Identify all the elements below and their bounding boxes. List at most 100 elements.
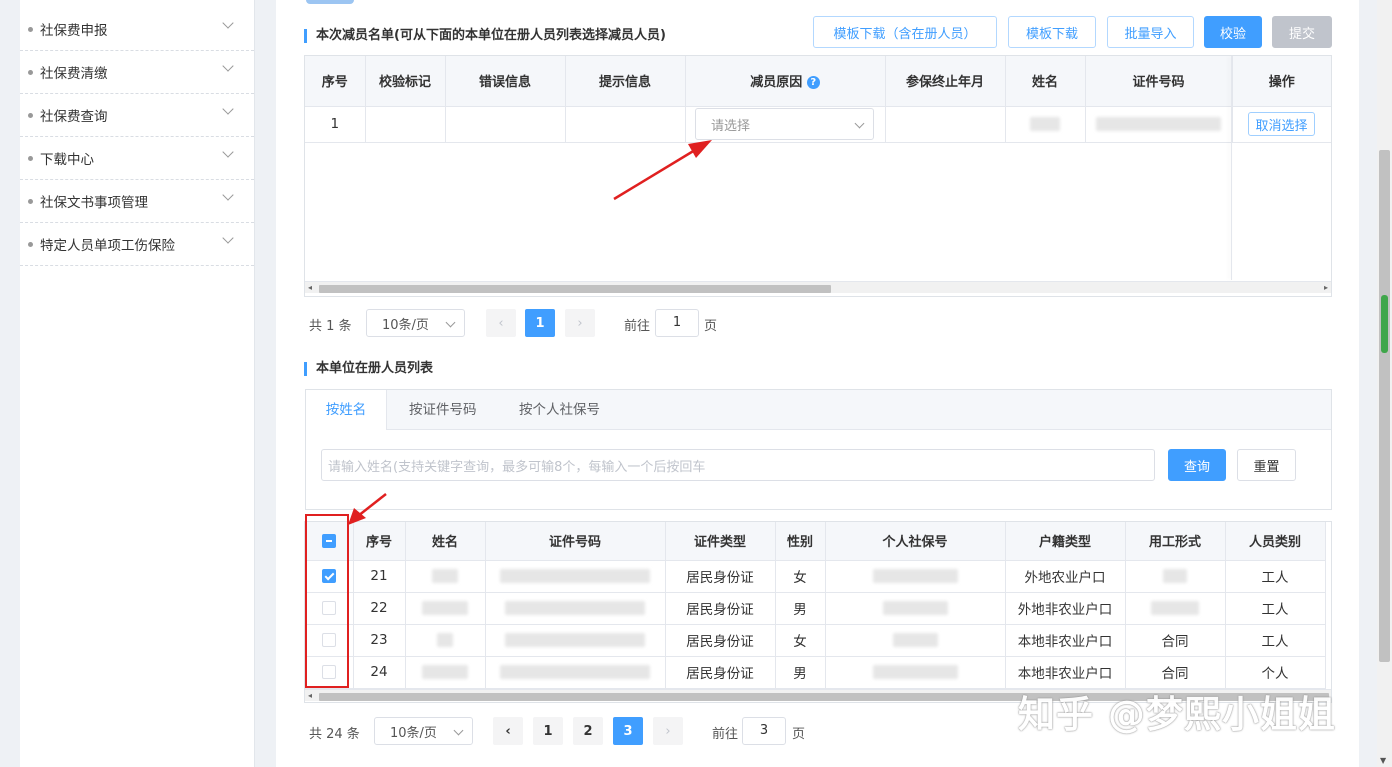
chevron-down-icon [222, 232, 234, 244]
next-page-button[interactable]: › [653, 717, 683, 745]
row-id-type: 居民身份证 [665, 656, 776, 689]
batch-import-button[interactable]: 批量导入 [1107, 16, 1194, 48]
goto-page-input[interactable]: 3 [742, 717, 786, 745]
sidebar-item-label: 社保费查询 [40, 109, 108, 125]
roster-total: 共 24 条 [309, 727, 360, 742]
row-seq: 22 [353, 592, 406, 625]
sidebar-item-injury-insurance[interactable]: 特定人员单项工伤保险 [20, 223, 254, 266]
roster-section-title: 本单位在册人员列表 [304, 362, 433, 376]
page-button[interactable]: 1 [525, 309, 555, 337]
redacted-employment [1151, 601, 1199, 615]
prev-page-button[interactable]: ‹ [493, 717, 523, 745]
next-page-button[interactable]: › [565, 309, 595, 337]
annotation-arrow [348, 493, 387, 525]
row-hukou: 本地非农业户口 [1005, 624, 1126, 657]
goto-label: 前往 [624, 319, 651, 334]
row-gender: 女 [775, 624, 826, 657]
col-gender: 性别 [775, 522, 826, 561]
sidebar-item-declare[interactable]: 社保费申报 [20, 8, 254, 51]
redacted-name [1030, 117, 1060, 131]
reset-button[interactable]: 重置 [1237, 449, 1296, 481]
chevron-down-icon [222, 60, 234, 72]
reduce-total: 共 1 条 [309, 319, 352, 334]
page-scrollbar[interactable]: ▼ [1377, 0, 1392, 767]
page-button[interactable]: 3 [613, 717, 643, 745]
template-download-button[interactable]: 模板下载 [1008, 16, 1096, 48]
submit-button[interactable]: 提交 [1272, 16, 1332, 48]
chevron-down-icon [445, 317, 456, 328]
goto-label: 前往 [712, 727, 739, 742]
table-row[interactable]: 23 居民身份证 女 本地非农业户口 合同 工人 [305, 624, 1326, 657]
tab-by-id-number[interactable]: 按证件号码 [409, 390, 477, 430]
reduce-page-size-select[interactable]: 10条/页 [366, 309, 465, 337]
roster-search-panel: 按姓名 按证件号码 按个人社保号 请输入姓名(支持关键字查询，最多可输8个，每输… [305, 389, 1332, 510]
roster-page-size-select[interactable]: 10条/页 [374, 717, 473, 745]
row-id-type: 居民身份证 [665, 592, 776, 625]
top-button-stub[interactable] [306, 0, 354, 4]
reduce-table-scrollbar[interactable]: ◂ ▸ [305, 281, 1331, 293]
template-download-with-roster-button[interactable]: 模板下载（含在册人员） [813, 16, 997, 48]
sidebar-item-label: 下载中心 [40, 152, 94, 168]
page-suffix: 页 [792, 727, 806, 742]
sidebar-item-documents[interactable]: 社保文书事项管理 [20, 180, 254, 223]
col-reason: 减员原因 ? [685, 56, 886, 107]
name-search-input[interactable]: 请输入姓名(支持关键字查询，最多可输8个，每输入一个后按回车 [321, 449, 1155, 481]
col-employment-form: 用工形式 [1125, 522, 1226, 561]
cancel-selection-button[interactable]: 取消选择 [1248, 112, 1315, 136]
sidebar-item-download[interactable]: 下载中心 [20, 137, 254, 180]
row-seq: 23 [353, 624, 406, 657]
tab-by-social-number[interactable]: 按个人社保号 [519, 390, 600, 430]
reduce-section-title: 本次减员名单(可从下面的本单位在册人员列表选择减员人员) [304, 29, 666, 43]
col-id-type: 证件类型 [665, 522, 776, 561]
redacted-social-number [892, 633, 938, 647]
row-hukou: 外地农业户口 [1005, 560, 1126, 593]
col-name: 姓名 [405, 522, 486, 561]
redacted-social-number [882, 601, 948, 615]
prev-page-button[interactable]: ‹ [486, 309, 516, 337]
redacted-id [505, 633, 645, 647]
redacted-name [432, 569, 458, 583]
redacted-employment [1163, 569, 1187, 583]
chevron-down-icon [222, 189, 234, 201]
bullet-icon [28, 241, 33, 247]
redacted-social-number [872, 569, 958, 583]
page-button[interactable]: 1 [533, 717, 563, 745]
redacted-social-number [872, 665, 958, 679]
row-gender: 男 [775, 656, 826, 689]
col-hukou-type: 户籍类型 [1005, 522, 1126, 561]
chevron-down-icon [453, 725, 464, 736]
tab-by-name[interactable]: 按姓名 [306, 390, 387, 430]
col-action: 操作 [1232, 56, 1331, 107]
redacted-id [505, 601, 645, 615]
reduce-table: 序号 校验标记 错误信息 提示信息 减员原因 ? 参保终止年月 姓名 证件号码 … [304, 55, 1332, 297]
scroll-right-icon[interactable]: ▸ [1324, 283, 1328, 292]
redacted-name [422, 665, 468, 679]
scroll-down-icon[interactable]: ▼ [1380, 756, 1386, 765]
table-row[interactable]: 21 居民身份证 女 外地农业户口 工人 [305, 560, 1326, 593]
redacted-id [500, 665, 650, 679]
roster-tabs: 按姓名 按证件号码 按个人社保号 [306, 390, 1331, 430]
sidebar-item-query[interactable]: 社保费查询 [20, 94, 254, 137]
validate-button[interactable]: 校验 [1204, 16, 1262, 48]
query-button[interactable]: 查询 [1168, 449, 1226, 481]
scroll-left-icon[interactable]: ◂ [308, 691, 312, 700]
col-name: 姓名 [1005, 56, 1086, 107]
page-button[interactable]: 2 [573, 717, 603, 745]
scroll-left-icon[interactable]: ◂ [308, 283, 312, 292]
goto-page-input[interactable]: 1 [655, 309, 699, 337]
bullet-icon [28, 112, 33, 118]
col-end-month: 参保终止年月 [885, 56, 1006, 107]
roster-table: 序号 姓名 证件号码 证件类型 性别 个人社保号 户籍类型 用工形式 人员类别 … [304, 521, 1332, 703]
bullet-icon [28, 155, 33, 161]
help-icon[interactable]: ? [806, 76, 820, 90]
col-reason-label: 减员原因 [750, 75, 803, 91]
table-row[interactable]: 22 居民身份证 男 外地非农业户口 工人 [305, 592, 1326, 625]
row-gender: 女 [775, 560, 826, 593]
col-seq: 序号 [305, 56, 366, 107]
sidebar-item-clearance[interactable]: 社保费清缴 [20, 51, 254, 94]
page-suffix: 页 [704, 319, 718, 334]
annotation-highlight-box [305, 514, 349, 688]
redacted-id [500, 569, 650, 583]
annotation-arrow [613, 140, 712, 201]
sidebar-item-label: 社保费清缴 [40, 66, 108, 82]
